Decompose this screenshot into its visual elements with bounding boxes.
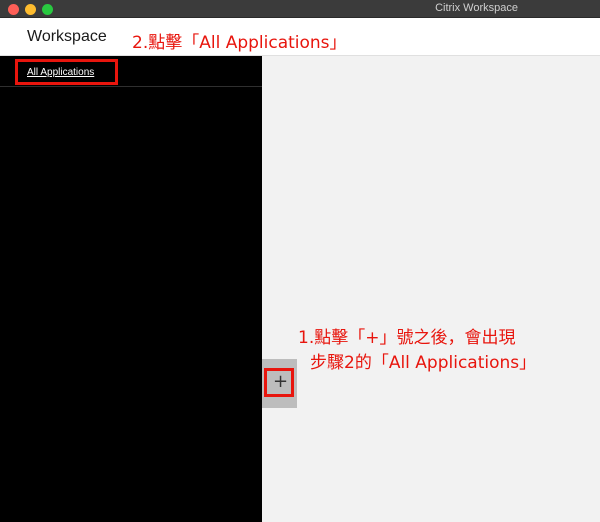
step1-annotation-line1: 1.點擊「+」號之後，會出現 xyxy=(298,328,516,348)
sidebar: All Applications xyxy=(0,56,262,522)
highlight-box-plus xyxy=(264,368,294,397)
app-header: Workspace 2.點擊「All Applications」 xyxy=(0,18,600,56)
window-title: Citrix Workspace xyxy=(435,2,518,14)
step1-annotation-line2: 步驟2的「All Applications」 xyxy=(310,353,537,373)
main-content xyxy=(262,56,600,522)
window-titlebar: Citrix Workspace xyxy=(0,0,600,18)
app-name: Workspace xyxy=(27,28,107,45)
step1-annotation: 1.點擊「+」號之後，會出現 步驟2的「All Applications」 xyxy=(298,326,536,376)
step2-annotation: 2.點擊「All Applications」 xyxy=(132,33,347,53)
highlight-box-all-applications xyxy=(15,59,118,85)
